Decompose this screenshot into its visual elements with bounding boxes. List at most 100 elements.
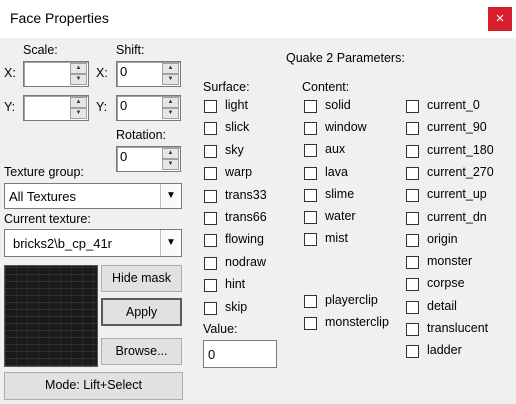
scale-label: Scale: bbox=[23, 43, 58, 57]
browse-button[interactable]: Browse... bbox=[101, 338, 182, 365]
content-checkbox-1[interactable] bbox=[304, 122, 317, 136]
chevron-down-icon[interactable]: ▼ bbox=[160, 230, 181, 256]
browse-label: Browse... bbox=[115, 344, 168, 358]
mode-button[interactable]: Mode: Lift+Select bbox=[4, 372, 183, 400]
content-clip-checkbox-1[interactable] bbox=[304, 317, 317, 330]
content-current-label-4: current_up bbox=[427, 187, 487, 202]
content-current-checkbox-1[interactable] bbox=[406, 122, 419, 136]
surface-label-4: trans33 bbox=[225, 187, 267, 202]
scale-y-up-icon[interactable]: ▲ bbox=[70, 97, 87, 108]
chevron-down-icon[interactable]: ▼ bbox=[160, 184, 181, 208]
texture-group-value: All Textures bbox=[9, 189, 76, 204]
shift-x-label: X: bbox=[96, 66, 108, 80]
shift-y-value: 0 bbox=[120, 98, 128, 113]
content-label: Content: bbox=[302, 80, 350, 94]
content-current-label-6: origin bbox=[427, 231, 458, 246]
scale-x-label: X: bbox=[4, 66, 16, 80]
content-current-checkbox-2[interactable] bbox=[406, 144, 419, 158]
scale-y-label: Y: bbox=[4, 100, 16, 114]
apply-label: Apply bbox=[125, 305, 158, 319]
rotation-label: Rotation: bbox=[116, 128, 167, 142]
content-current-checkbox-9[interactable] bbox=[406, 300, 419, 314]
current-texture-label: Current texture: bbox=[4, 212, 91, 226]
surface-checkbox-2[interactable] bbox=[204, 144, 217, 158]
content-label-6: mist bbox=[325, 231, 348, 246]
shift-x-down-icon[interactable]: ▼ bbox=[162, 74, 179, 85]
content-current-checkbox-8[interactable] bbox=[406, 278, 419, 292]
surface-label-6: flowing bbox=[225, 232, 264, 247]
content-checkbox-0[interactable] bbox=[304, 100, 317, 113]
quake2-title: Quake 2 Parameters: bbox=[286, 51, 405, 65]
shift-y-up-icon[interactable]: ▲ bbox=[162, 97, 179, 108]
surface-checkbox-3[interactable] bbox=[204, 167, 217, 181]
scale-y-input[interactable]: ▲ ▼ bbox=[23, 95, 89, 121]
surface-checkbox-4[interactable] bbox=[204, 189, 217, 203]
content-checkbox-3[interactable] bbox=[304, 166, 317, 180]
content-current-label-9: detail bbox=[427, 298, 457, 313]
content-current-checkbox-4[interactable] bbox=[406, 189, 419, 203]
surface-label-2: sky bbox=[225, 142, 244, 157]
rotation-input[interactable]: 0 ▲ ▼ bbox=[116, 146, 181, 172]
current-texture-value: bricks2\b_cp_41r bbox=[13, 236, 112, 251]
content-current-checkbox-3[interactable] bbox=[406, 166, 419, 180]
shift-y-input[interactable]: 0 ▲ ▼ bbox=[116, 95, 181, 121]
texture-preview bbox=[4, 265, 98, 367]
rotation-up-icon[interactable]: ▲ bbox=[162, 148, 179, 159]
content-current-label-11: ladder bbox=[427, 343, 462, 358]
value-input[interactable]: 0 bbox=[203, 340, 277, 368]
content-current-label-1: current_90 bbox=[427, 120, 487, 135]
close-button[interactable]: × bbox=[488, 7, 512, 31]
face-properties-dialog: Face Properties × Scale: Shift: X: ▲ ▼ X:… bbox=[0, 0, 516, 404]
content-checkbox-5[interactable] bbox=[304, 211, 317, 224]
content-label-1: window bbox=[325, 120, 367, 135]
content-clip-checkbox-0[interactable] bbox=[304, 295, 317, 308]
surface-checkbox-7[interactable] bbox=[204, 256, 217, 270]
value-label: Value: bbox=[203, 322, 238, 336]
content-clip-label-1: monsterclip bbox=[325, 315, 389, 329]
surface-checkbox-9[interactable] bbox=[204, 301, 217, 315]
texture-group-select[interactable]: All Textures ▼ bbox=[4, 183, 182, 209]
apply-button[interactable]: Apply bbox=[101, 298, 182, 326]
content-checkbox-4[interactable] bbox=[304, 188, 317, 202]
texture-group-label: Texture group: bbox=[4, 165, 84, 179]
hide-mask-button[interactable]: Hide mask bbox=[101, 265, 182, 292]
scale-y-down-icon[interactable]: ▼ bbox=[70, 108, 87, 119]
content-label-3: lava bbox=[325, 164, 348, 179]
surface-checkbox-5[interactable] bbox=[204, 212, 217, 225]
content-current-checkbox-5[interactable] bbox=[406, 211, 419, 225]
shift-y-down-icon[interactable]: ▼ bbox=[162, 108, 179, 119]
content-label-2: aux bbox=[325, 142, 346, 157]
surface-label-0: light bbox=[225, 98, 248, 112]
content-current-checkbox-10[interactable] bbox=[406, 323, 419, 336]
value-field-value: 0 bbox=[208, 347, 216, 362]
rotation-down-icon[interactable]: ▼ bbox=[162, 159, 179, 170]
window-title: Face Properties bbox=[10, 10, 109, 26]
surface-label-9: skip bbox=[225, 299, 248, 314]
surface-checkbox-6[interactable] bbox=[204, 234, 217, 248]
title-bar: Face Properties × bbox=[0, 0, 516, 38]
scale-x-input[interactable]: ▲ ▼ bbox=[23, 61, 89, 87]
surface-checkbox-0[interactable] bbox=[204, 100, 217, 113]
content-label-4: slime bbox=[325, 186, 355, 201]
content-label-5: water bbox=[325, 209, 356, 223]
content-current-checkbox-7[interactable] bbox=[406, 256, 419, 270]
content-current-label-8: corpse bbox=[427, 276, 465, 291]
content-checkbox-2[interactable] bbox=[304, 144, 317, 158]
content-current-checkbox-0[interactable] bbox=[406, 100, 419, 113]
content-current-checkbox-6[interactable] bbox=[406, 233, 419, 247]
shift-x-input[interactable]: 0 ▲ ▼ bbox=[116, 61, 181, 87]
surface-label-3: warp bbox=[225, 165, 253, 180]
surface-checkbox-1[interactable] bbox=[204, 122, 217, 136]
surface-label-1: slick bbox=[225, 120, 250, 135]
content-clip-label-0: playerclip bbox=[325, 293, 378, 307]
content-current-checkbox-11[interactable] bbox=[406, 345, 419, 359]
shift-y-label: Y: bbox=[96, 100, 108, 114]
content-current-label-3: current_270 bbox=[427, 164, 494, 179]
scale-x-up-icon[interactable]: ▲ bbox=[70, 63, 87, 74]
content-checkbox-6[interactable] bbox=[304, 233, 317, 247]
shift-x-up-icon[interactable]: ▲ bbox=[162, 63, 179, 74]
surface-checkbox-8[interactable] bbox=[204, 279, 217, 293]
scale-x-down-icon[interactable]: ▼ bbox=[70, 74, 87, 85]
current-texture-select[interactable]: bricks2\b_cp_41r ▼ bbox=[4, 229, 182, 257]
surface-label-5: trans66 bbox=[225, 210, 267, 224]
